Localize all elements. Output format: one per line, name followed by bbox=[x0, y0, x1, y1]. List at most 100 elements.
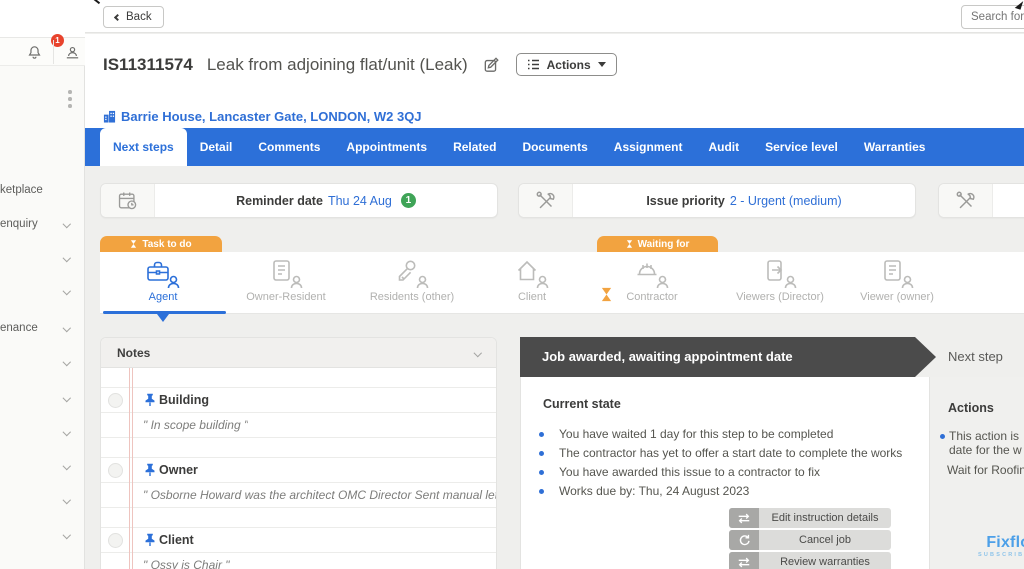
role-agent[interactable]: Agent bbox=[103, 259, 223, 303]
next-step-label: Next step bbox=[948, 337, 1003, 377]
chevron-down-icon bbox=[62, 287, 70, 295]
chevron-down-icon bbox=[62, 428, 70, 436]
building-icon bbox=[103, 110, 116, 123]
sidebar-item[interactable] bbox=[0, 425, 85, 441]
note-spacer-row bbox=[101, 368, 496, 388]
main-area: Back IS11311574 Leak from adjoining flat… bbox=[85, 0, 1024, 569]
note-label: Building bbox=[159, 393, 209, 407]
note-text-row: " In scope building " bbox=[101, 413, 496, 438]
cancel-job-button[interactable]: Cancel job bbox=[729, 530, 891, 550]
sidebar-item-maintenance[interactable]: enance bbox=[0, 321, 85, 337]
current-step-title: Job awarded, awaiting appointment date bbox=[520, 337, 915, 377]
note-text: " Ossy is Chair " bbox=[143, 558, 230, 569]
tab-appointments[interactable]: Appointments bbox=[333, 128, 440, 166]
sidebar-item[interactable] bbox=[0, 391, 85, 407]
chevron-down-icon bbox=[62, 394, 70, 402]
issue-priority-card[interactable]: Issue priority 2 - Urgent (medium) bbox=[518, 183, 916, 218]
issue-header: IS11311574 Leak from adjoining flat/unit… bbox=[85, 34, 1024, 128]
edit-instruction-details-button[interactable]: Edit instruction details bbox=[729, 508, 891, 528]
review-warranties-button[interactable]: Review warranties bbox=[729, 552, 891, 569]
actions-note: Wait for Roofin bbox=[947, 463, 1024, 477]
sidebar-item[interactable] bbox=[0, 355, 85, 371]
sidebar-item[interactable] bbox=[0, 493, 85, 509]
tab-documents[interactable]: Documents bbox=[509, 128, 600, 166]
tab-related[interactable]: Related bbox=[440, 128, 509, 166]
tab-comments[interactable]: Comments bbox=[245, 128, 333, 166]
sidebar-item[interactable] bbox=[0, 251, 85, 267]
partial-card[interactable] bbox=[938, 183, 1024, 218]
note-spacer-row bbox=[101, 508, 496, 528]
pin-icon bbox=[144, 533, 156, 547]
note-radio[interactable] bbox=[108, 463, 123, 478]
back-button[interactable]: Back bbox=[103, 6, 164, 28]
reminder-date-label: Reminder date bbox=[236, 194, 323, 208]
note-row-client[interactable]: Client bbox=[101, 528, 496, 553]
pin-icon bbox=[144, 463, 156, 477]
pencil-icon bbox=[484, 57, 500, 73]
current-state-bullet: You have awarded this issue to a contrac… bbox=[548, 465, 820, 479]
sidebar-item-marketplace[interactable]: ketplace bbox=[0, 183, 85, 199]
role-client[interactable]: Client bbox=[472, 259, 592, 303]
tab-next-steps[interactable]: Next steps bbox=[100, 128, 187, 166]
concierge-button[interactable] bbox=[58, 38, 86, 66]
search-input[interactable] bbox=[961, 5, 1024, 29]
address-row: Barrie House, Lancaster Gate, LONDON, W2… bbox=[103, 109, 422, 124]
tab-audit[interactable]: Audit bbox=[695, 128, 752, 166]
chevron-down-icon bbox=[62, 254, 70, 262]
sidebar-item[interactable] bbox=[0, 284, 85, 300]
issue-priority-value: 2 - Urgent (medium) bbox=[730, 194, 842, 208]
role-viewer-owner[interactable]: Viewer (owner) bbox=[837, 259, 957, 303]
tab-assignment[interactable]: Assignment bbox=[601, 128, 696, 166]
role-viewers-director[interactable]: Viewers (Director) bbox=[720, 259, 840, 303]
sidebar-item[interactable] bbox=[0, 459, 85, 475]
sidebar-icon-row: 1 bbox=[0, 38, 85, 66]
edit-title-button[interactable] bbox=[484, 57, 500, 73]
actions-button[interactable]: Actions bbox=[516, 53, 617, 76]
notes-body: Building " In scope building " Owner bbox=[101, 368, 496, 569]
note-label: Owner bbox=[159, 463, 198, 477]
note-row-owner[interactable]: Owner bbox=[101, 458, 496, 483]
hourglass-icon bbox=[626, 239, 633, 249]
property-address-link[interactable]: Barrie House, Lancaster Gate, LONDON, W2… bbox=[121, 109, 422, 124]
reminder-date-card[interactable]: Reminder date Thu 24 Aug 1 bbox=[100, 183, 498, 218]
chevron-down-icon bbox=[62, 220, 70, 228]
bell-icon bbox=[26, 44, 43, 61]
sidebar-item[interactable] bbox=[0, 528, 85, 544]
concierge-icon bbox=[64, 44, 81, 61]
notes-header[interactable]: Notes bbox=[101, 338, 496, 368]
note-text: " In scope building " bbox=[143, 418, 248, 432]
current-state-heading: Current state bbox=[543, 397, 621, 411]
role-contractor[interactable]: Contractor bbox=[592, 259, 712, 303]
document-arrow-person-icon bbox=[763, 259, 797, 289]
waiting-for-badge: Waiting for bbox=[597, 236, 718, 252]
role-owner-resident[interactable]: Owner-Resident bbox=[226, 259, 346, 303]
note-label: Client bbox=[159, 533, 194, 547]
chevron-down-icon bbox=[473, 349, 481, 357]
swap-arrows-icon bbox=[729, 508, 759, 528]
refresh-icon bbox=[729, 530, 759, 550]
swap-arrows-icon bbox=[729, 552, 759, 569]
current-step-banner: Job awarded, awaiting appointment date bbox=[520, 337, 915, 377]
topbar: Back bbox=[85, 0, 1024, 33]
key-person-icon bbox=[395, 259, 429, 289]
sidebar-item-enquiry[interactable]: enquiry bbox=[0, 217, 85, 233]
list-icon bbox=[527, 59, 540, 70]
note-radio[interactable] bbox=[108, 393, 123, 408]
task-to-do-badge: Task to do bbox=[100, 236, 222, 252]
fixflo-tagline: SUBSCRIBE bbox=[978, 552, 1024, 558]
note-radio[interactable] bbox=[108, 533, 123, 548]
tab-warranties[interactable]: Warranties bbox=[851, 128, 939, 166]
notes-title: Notes bbox=[117, 346, 475, 360]
role-residents-other[interactable]: Residents (other) bbox=[352, 259, 472, 303]
kebab-menu[interactable] bbox=[64, 90, 76, 114]
current-state-bullet: You have waited 1 day for this step to b… bbox=[548, 427, 833, 441]
chevron-down-icon bbox=[62, 496, 70, 504]
note-row-building[interactable]: Building bbox=[101, 388, 496, 413]
notifications-button[interactable]: 1 bbox=[18, 38, 50, 66]
sidebar: 1 ketplace enquiry bbox=[0, 0, 85, 569]
tab-detail[interactable]: Detail bbox=[187, 128, 246, 166]
tools-icon bbox=[939, 184, 993, 217]
fixflo-logo: Fixflo SUBSCRIBE bbox=[978, 534, 1024, 558]
chevron-down-icon bbox=[62, 358, 70, 366]
tab-service-level[interactable]: Service level bbox=[752, 128, 851, 166]
